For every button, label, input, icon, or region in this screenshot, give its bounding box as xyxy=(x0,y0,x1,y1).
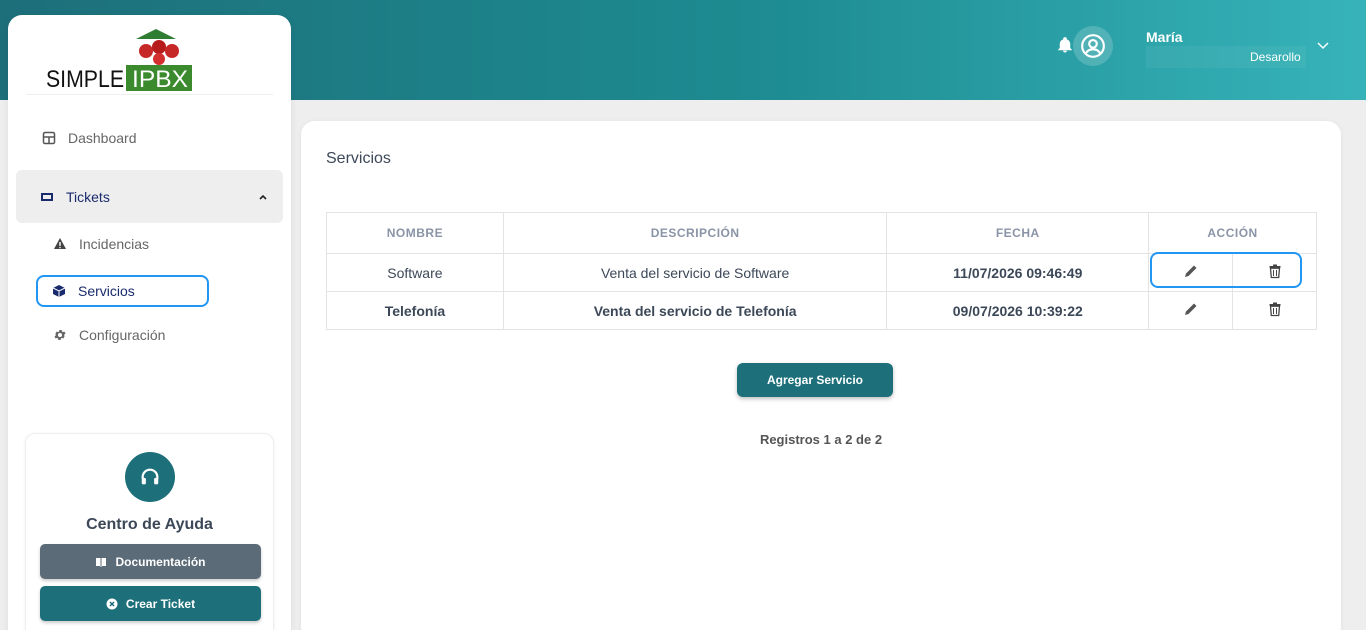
create-ticket-button[interactable]: Crear Ticket xyxy=(40,586,261,621)
sidebar: SIMPLE IPBX Dashboard Tickets Incidencia… xyxy=(8,15,291,630)
column-header-fecha[interactable]: FECHA xyxy=(886,212,1150,254)
avatar[interactable] xyxy=(1073,26,1113,66)
records-count: Registros 1 a 2 de 2 xyxy=(759,432,883,447)
services-card: Servicios NOMBRE DESCRIPCIÓN FECHA ACCIÓ… xyxy=(301,121,1341,630)
user-role: Desarollo xyxy=(1250,50,1301,64)
divider xyxy=(26,94,273,95)
gear-icon xyxy=(53,328,67,342)
sidebar-item-incidencias[interactable]: Incidencias xyxy=(53,236,149,252)
sidebar-item-label: Configuración xyxy=(79,327,166,343)
sidebar-item-tickets[interactable]: Tickets xyxy=(16,170,283,223)
user-name: María xyxy=(1146,29,1183,45)
create-ticket-label: Crear Ticket xyxy=(125,596,196,611)
sidebar-item-label: Dashboard xyxy=(68,130,137,146)
cell-fecha: 11/07/2026 09:46:49 xyxy=(886,253,1150,292)
circle-x-icon xyxy=(106,598,118,610)
sidebar-item-dashboard[interactable]: Dashboard xyxy=(42,130,137,146)
book-icon xyxy=(95,556,107,568)
logo[interactable]: SIMPLE IPBX xyxy=(46,27,206,93)
sidebar-item-label: Incidencias xyxy=(79,236,150,252)
trash-icon xyxy=(1267,301,1283,317)
dashboard-icon xyxy=(42,131,56,145)
chevron-down-icon[interactable] xyxy=(1316,38,1330,52)
table-header-row: NOMBRE DESCRIPCIÓN FECHA ACCIÓN xyxy=(326,212,1317,254)
bell-icon[interactable] xyxy=(1056,36,1074,54)
sidebar-item-label: Servicios xyxy=(78,283,135,299)
table-row: Telefonía Venta del servicio de Telefoní… xyxy=(326,291,1317,330)
sidebar-item-label: Tickets xyxy=(66,188,110,205)
documentation-button[interactable]: Documentación xyxy=(40,544,261,579)
chevron-up-icon[interactable] xyxy=(257,190,269,202)
help-title: Centro de Ayuda xyxy=(86,516,213,533)
cell-descripcion: Venta del servicio de Telefonía xyxy=(502,291,888,330)
svg-text:IPBX: IPBX xyxy=(132,66,188,93)
column-header-descripcion[interactable]: DESCRIPCIÓN xyxy=(502,212,888,254)
add-service-button[interactable]: Agregar Servicio xyxy=(737,363,893,397)
page-title: Servicios xyxy=(326,150,391,167)
edit-button[interactable] xyxy=(1148,253,1234,292)
user-circle-icon xyxy=(1081,34,1105,58)
box-icon xyxy=(52,284,66,298)
trash-icon xyxy=(1267,263,1283,279)
documentation-label: Documentación xyxy=(115,554,206,569)
pencil-icon xyxy=(1183,301,1199,317)
cell-nombre: Software xyxy=(326,253,504,292)
delete-button[interactable] xyxy=(1232,253,1317,292)
ticket-icon xyxy=(40,190,54,204)
table-row: Software Venta del servicio de Software … xyxy=(326,253,1317,292)
edit-button[interactable] xyxy=(1148,291,1234,330)
delete-button[interactable] xyxy=(1232,291,1317,330)
warning-icon xyxy=(53,237,67,251)
svg-text:SIMPLE: SIMPLE xyxy=(46,66,124,93)
cell-nombre: Telefonía xyxy=(326,291,504,330)
sidebar-item-servicios[interactable]: Servicios xyxy=(36,275,209,307)
user-area: María Desarollo xyxy=(1006,0,1366,100)
sidebar-item-configuracion[interactable]: Configuración xyxy=(53,327,165,343)
column-header-nombre[interactable]: NOMBRE xyxy=(326,212,504,254)
help-center-card: Centro de Ayuda Documentación Crear Tick… xyxy=(25,433,274,630)
column-header-accion: ACCIÓN xyxy=(1148,212,1317,254)
pencil-icon xyxy=(1183,263,1199,279)
services-table: NOMBRE DESCRIPCIÓN FECHA ACCIÓN Software… xyxy=(326,212,1317,330)
cell-descripcion: Venta del servicio de Software xyxy=(502,253,888,292)
headset-icon xyxy=(125,452,175,502)
cell-fecha: 09/07/2026 10:39:22 xyxy=(886,291,1150,330)
